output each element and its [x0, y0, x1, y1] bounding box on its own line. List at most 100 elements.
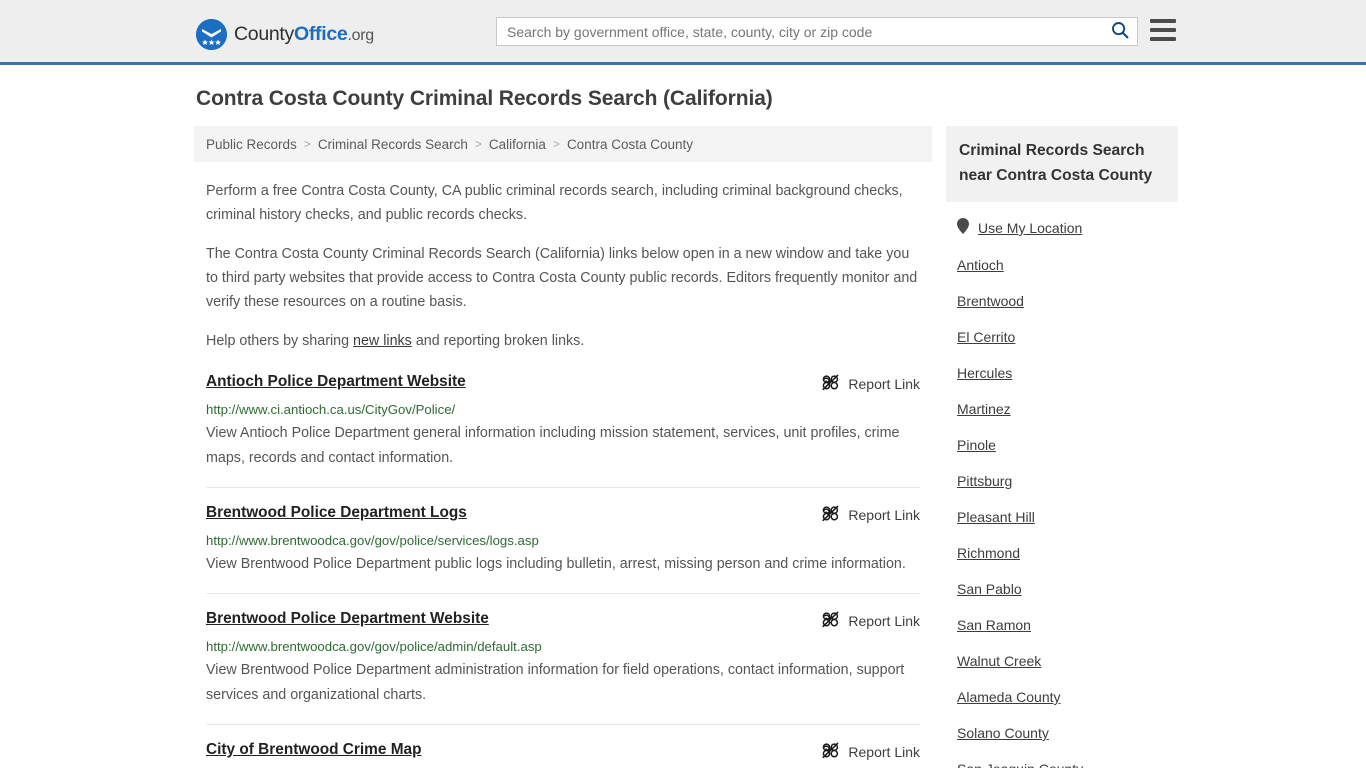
logo-text-county: County [234, 22, 294, 45]
header-inner: CountyOffice.org [0, 0, 1366, 62]
page-title: Contra Costa County Criminal Records Sea… [196, 87, 773, 110]
result-title-link[interactable]: Antioch Police Department Website [206, 372, 466, 392]
sidebar-header-card: Criminal Records Search near Contra Cost… [946, 126, 1178, 202]
nearby-link-el-cerrito[interactable]: El Cerrito [946, 319, 1178, 355]
report-link-button[interactable]: Report Link [821, 373, 920, 395]
nearby-link-san-ramon[interactable]: San Ramon [946, 607, 1178, 643]
result-url-link[interactable]: http://www.ci.antioch.ca.us/CityGov/Poli… [206, 401, 920, 418]
breadcrumb-item-3[interactable]: California [489, 137, 546, 152]
nearby-link-item: Brentwood [946, 283, 1178, 319]
sidebar-title: Criminal Records Search near Contra Cost… [959, 142, 1153, 184]
result-description: View Brentwood Police Department public … [206, 556, 906, 572]
nearby-link-alameda-county[interactable]: Alameda County [946, 679, 1178, 715]
nearby-link-item: San Ramon [946, 607, 1178, 643]
result-header: Brentwood Police Department Website Repo… [206, 609, 920, 632]
intro-paragraph-3: Help others by sharing new links and rep… [206, 329, 920, 353]
use-my-location-link[interactable]: Use My Location [946, 202, 1178, 247]
menu-bar-1 [1150, 19, 1176, 23]
content-container: Contra Costa County Criminal Records Sea… [188, 65, 1178, 768]
menu-bar-2 [1150, 28, 1176, 32]
search-box [496, 17, 1138, 46]
result-item: Brentwood Police Department Website Repo… [206, 609, 920, 725]
nearby-link-martinez[interactable]: Martinez [946, 391, 1178, 427]
nearby-link-walnut-creek[interactable]: Walnut Creek [946, 643, 1178, 679]
sidebar: Criminal Records Search near Contra Cost… [946, 126, 1178, 768]
nearby-link-label: Richmond [957, 545, 1021, 561]
new-links-link[interactable]: new links [353, 333, 412, 349]
logo-text-org: .org [347, 26, 374, 44]
report-link-label: Report Link [848, 744, 920, 760]
nearby-link-item: El Cerrito [946, 319, 1178, 355]
intro-paragraph-1: Perform a free Contra Costa County, CA p… [206, 183, 903, 223]
hamburger-menu-icon[interactable] [1150, 19, 1176, 41]
nearby-link-pinole[interactable]: Pinole [946, 427, 1178, 463]
nearby-link-item: Richmond [946, 535, 1178, 571]
intro-p3-before: Help others by sharing [206, 333, 354, 349]
breadcrumb-item-1[interactable]: Public Records [206, 137, 297, 152]
page-body: Contra Costa County Criminal Records Sea… [0, 65, 1366, 768]
result-header: Brentwood Police Department Logs Report … [206, 503, 920, 526]
nearby-link-pleasant-hill[interactable]: Pleasant Hill [946, 499, 1178, 535]
nearby-link-item: Hercules [946, 355, 1178, 391]
breadcrumb-separator: > [474, 137, 482, 151]
result-description: View Brentwood Police Department adminis… [206, 662, 905, 703]
main-column: Public Records > Criminal Records Search > C… [194, 126, 932, 768]
nearby-link-label: Pinole [957, 437, 996, 453]
result-url-link[interactable]: http://www.brentwoodca.gov/gov/police/se… [206, 532, 920, 549]
report-link-button[interactable]: Report Link [821, 504, 920, 526]
report-link-label: Report Link [848, 613, 920, 629]
nearby-links-list: Antioch Brentwood El Cerrito Hercules Martin… [946, 247, 1178, 768]
menu-bar-3 [1150, 37, 1176, 41]
result-url-link[interactable]: http://www.brentwoodca.gov/gov/police/ad… [206, 638, 920, 655]
result-item: City of Brentwood Crime Map Report Linkh… [206, 740, 920, 768]
nearby-link-label: Brentwood [957, 293, 1024, 309]
nearby-link-label: Hercules [957, 365, 1013, 381]
result-header: City of Brentwood Crime Map Report Link [206, 740, 920, 763]
nearby-link-item: Antioch [946, 247, 1178, 283]
result-description: View Antioch Police Department general i… [206, 425, 900, 466]
nearby-link-label: Walnut Creek [957, 653, 1042, 669]
logo-wordmark: CountyOffice.org [234, 22, 374, 45]
nearby-link-antioch[interactable]: Antioch [946, 247, 1178, 283]
nearby-link-label: San Pablo [957, 581, 1022, 597]
nearby-link-item: San Pablo [946, 571, 1178, 607]
map-pin-icon [957, 218, 969, 238]
nearby-link-solano-county[interactable]: Solano County [946, 715, 1178, 751]
nearby-link-item: Pinole [946, 427, 1178, 463]
intro-paragraph-2: The Contra Costa County Criminal Records… [206, 246, 918, 310]
breadcrumb-separator: > [552, 137, 560, 151]
search-button[interactable] [1103, 18, 1137, 45]
nearby-link-item: San Joaquin County [946, 751, 1178, 768]
nearby-link-item: Martinez [946, 391, 1178, 427]
nearby-link-san-joaquin-county[interactable]: San Joaquin County [946, 751, 1178, 768]
report-link-button[interactable]: Report Link [821, 610, 920, 632]
site-header: CountyOffice.org [0, 0, 1366, 65]
nearby-link-richmond[interactable]: Richmond [946, 535, 1178, 571]
nearby-link-item: Walnut Creek [946, 643, 1178, 679]
result-item: Brentwood Police Department Logs Report … [206, 503, 920, 594]
breadcrumb-item-2[interactable]: Criminal Records Search [318, 137, 468, 152]
nearby-link-label: Alameda County [957, 689, 1061, 705]
report-link-label: Report Link [848, 507, 920, 523]
nearby-link-item: Solano County [946, 715, 1178, 751]
nearby-link-label: Pleasant Hill [957, 509, 1035, 525]
search-input[interactable] [497, 18, 1103, 45]
nearby-link-item: Pleasant Hill [946, 499, 1178, 535]
breadcrumb: Public Records > Criminal Records Search > C… [194, 126, 932, 162]
nearby-link-brentwood[interactable]: Brentwood [946, 283, 1178, 319]
result-title-link[interactable]: Brentwood Police Department Logs [206, 503, 467, 523]
intro-p3-after: and reporting broken links. [411, 333, 585, 349]
nearby-link-item: Alameda County [946, 679, 1178, 715]
site-logo[interactable]: CountyOffice.org [196, 19, 374, 50]
nearby-link-pittsburg[interactable]: Pittsburg [946, 463, 1178, 499]
broken-link-icon [821, 741, 840, 763]
result-title-link[interactable]: City of Brentwood Crime Map [206, 740, 421, 760]
results-list: Antioch Police Department Website Report… [194, 372, 932, 768]
two-column-layout: Public Records > Criminal Records Search > C… [188, 126, 1178, 768]
breadcrumb-item-4[interactable]: Contra Costa County [567, 137, 693, 152]
result-header: Antioch Police Department Website Report… [206, 372, 920, 395]
result-title-link[interactable]: Brentwood Police Department Website [206, 609, 489, 629]
nearby-link-hercules[interactable]: Hercules [946, 355, 1178, 391]
report-link-button[interactable]: Report Link [821, 741, 920, 763]
nearby-link-san-pablo[interactable]: San Pablo [946, 571, 1178, 607]
